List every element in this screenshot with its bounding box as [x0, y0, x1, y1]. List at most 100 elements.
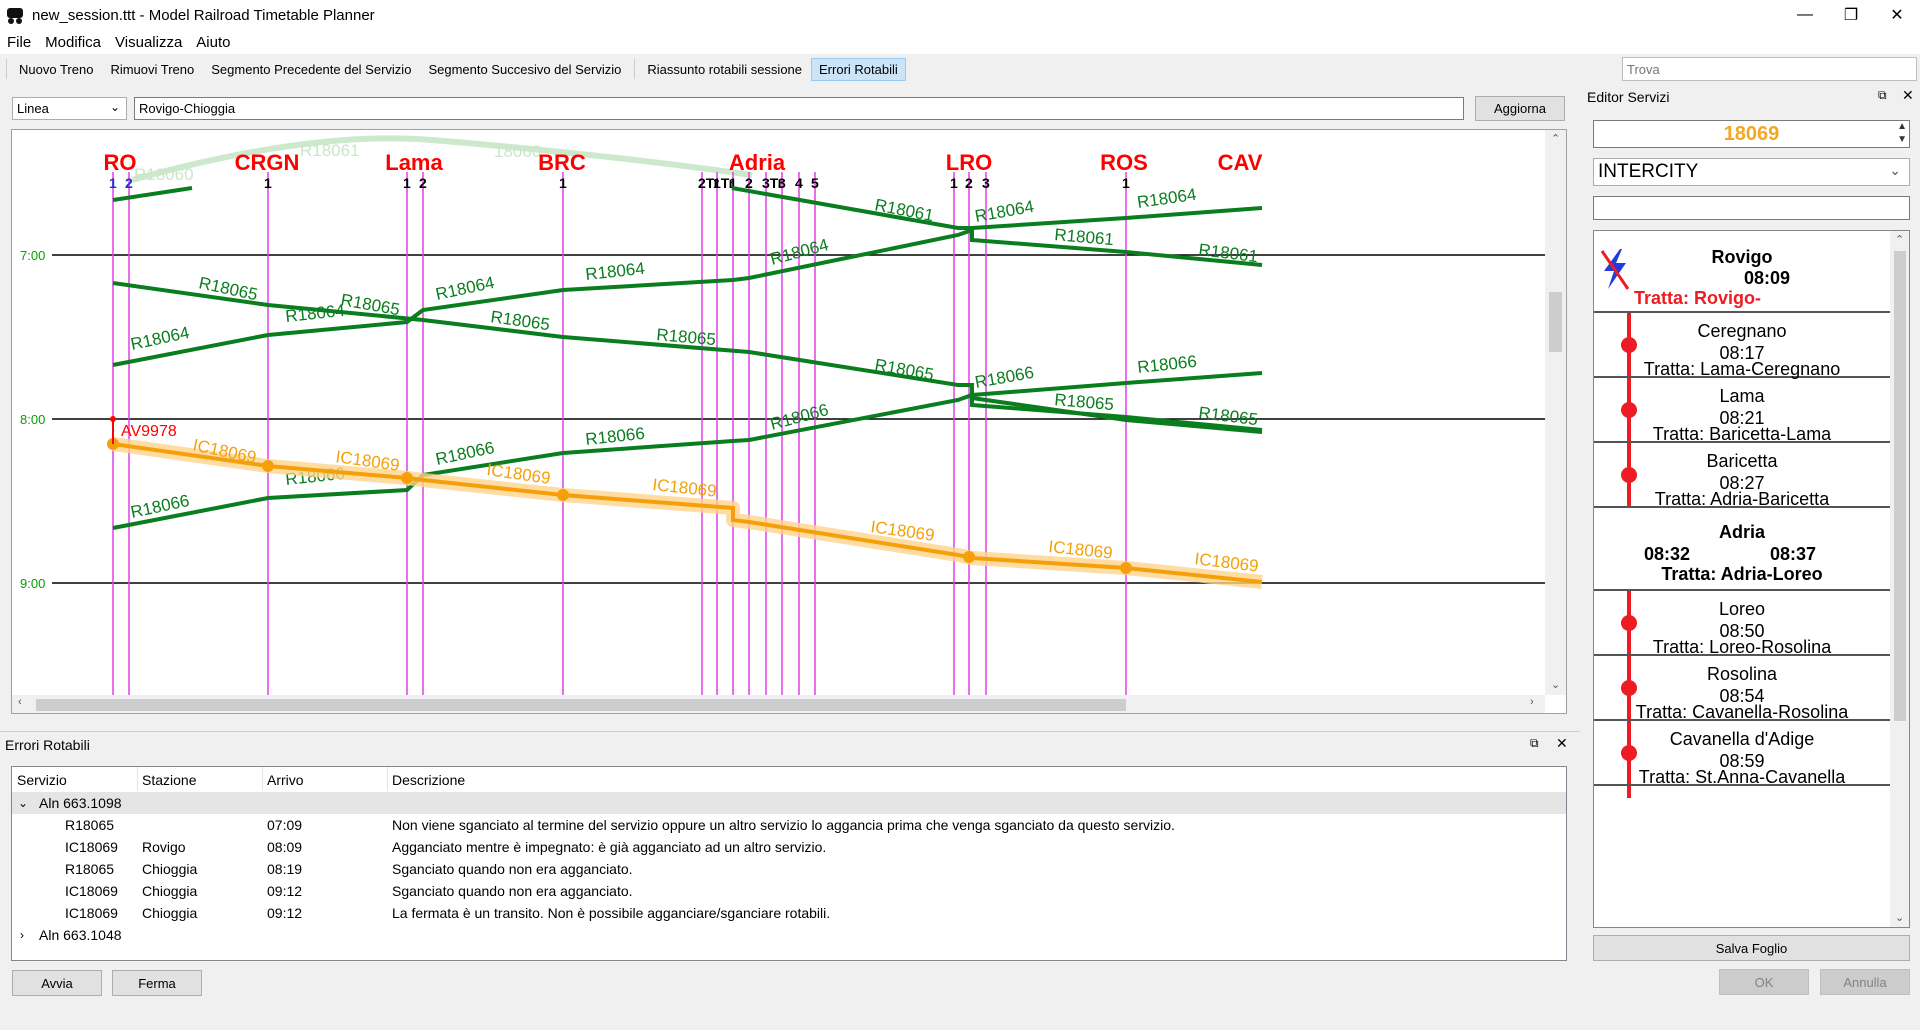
column-header[interactable]: Servizio — [17, 772, 67, 788]
previous-segment-button[interactable]: Segmento Precedente del Servizio — [203, 58, 419, 81]
stop-button[interactable]: Ferma — [112, 970, 202, 996]
column-header[interactable]: Descrizione — [392, 772, 465, 788]
table-row[interactable]: IC18069 Chioggia 09:12 La fermata è un t… — [12, 902, 1566, 924]
vertical-scrollbar[interactable]: ⌃ ⌄ — [1890, 231, 1909, 927]
graph-canvas[interactable]: R18060R18061 180607:008:009:001 2RO1CRGN1 2… — [12, 130, 1545, 695]
scroll-thumb[interactable] — [1549, 292, 1562, 352]
rollingstock-summary-button[interactable]: Riassunto rotabili sessione — [639, 58, 810, 81]
station-label: BRC — [538, 150, 586, 175]
column-header[interactable]: Stazione — [142, 772, 196, 788]
group-label: Aln 663.1098 — [39, 795, 122, 811]
chevron-down-icon[interactable]: ⌄ — [18, 796, 28, 810]
menu-file[interactable]: File — [0, 34, 38, 51]
spin-down-icon[interactable]: ▼ — [1897, 134, 1907, 146]
mode-select[interactable]: Linea ⌄ — [12, 97, 127, 120]
scroll-thumb[interactable] — [1894, 251, 1906, 721]
chevron-right-icon[interactable]: › — [20, 928, 24, 942]
stop-item[interactable]: Rosolina 08:54 Tratta: Cavanella-Rosolin… — [1594, 656, 1890, 722]
platform-label: 1 — [559, 175, 567, 191]
scroll-up-icon[interactable]: ⌃ — [1895, 233, 1904, 246]
mode-select-value: Linea — [17, 101, 49, 116]
stop-name: Rosolina — [1706, 664, 1778, 684]
menu-view[interactable]: Visualizza — [108, 34, 189, 51]
stop-item[interactable]: Cavanella d'Adige 08:59 Tratta: St.Anna-… — [1594, 721, 1890, 787]
stop-item[interactable]: Rovigo 08:09 Tratta: Rovigo- — [1594, 231, 1890, 313]
stop-name: Cavanella d'Adige — [1669, 729, 1815, 749]
stop-name: Ceregnano — [1697, 321, 1787, 341]
cell-arrivo: 08:19 — [267, 861, 303, 877]
scroll-down-icon[interactable]: ⌄ — [1551, 678, 1560, 691]
cell-servizio: IC18069 — [65, 883, 118, 899]
cell-stazione: Chioggia — [142, 883, 198, 899]
spin-up-icon[interactable]: ▲ — [1897, 121, 1907, 133]
table-row[interactable]: R18065 Chioggia 08:19 Sganciato quando n… — [12, 858, 1566, 880]
group-row[interactable]: ⌄ Aln 663.1098 — [12, 792, 1566, 814]
service-editor-panel: Editor Servizi ⧉ ✕ 18069 ▲ ▼ INTERCITY ⌄… — [1582, 84, 1920, 1030]
errors-table[interactable]: Servizio Stazione Arrivo Descrizione ⌄ A… — [11, 766, 1567, 961]
cancel-button[interactable]: Annulla — [1820, 969, 1910, 995]
rollingstock-errors-button[interactable]: Errori Rotabili — [811, 57, 906, 81]
platform-label: 4 — [795, 175, 803, 191]
start-button[interactable]: Avvia — [12, 970, 102, 996]
service-notes-input[interactable] — [1593, 196, 1910, 220]
close-icon[interactable]: ✕ — [1902, 87, 1914, 104]
line-name-field[interactable]: Rovigo-Chioggia — [134, 97, 1464, 120]
stop-tratta: Tratta: St.Anna-Cavanella — [1638, 767, 1846, 787]
stop-tratta: Tratta: Loreo-Rosolina — [1652, 637, 1832, 657]
horizontal-scrollbar[interactable]: ‹ › — [12, 695, 1545, 713]
close-button[interactable]: ✕ — [1874, 0, 1920, 30]
table-row[interactable]: R18065 07:09 Non viene sganciato al term… — [12, 814, 1566, 836]
stop-marker — [963, 551, 975, 563]
stop-item[interactable]: Loreo 08:50 Tratta: Loreo-Rosolina — [1594, 591, 1890, 657]
cell-arrivo: 09:12 — [267, 905, 303, 921]
stop-time: 08:09 — [1744, 268, 1791, 288]
maximize-button[interactable]: ❐ — [1828, 0, 1874, 30]
vertical-scrollbar[interactable]: ⌃ ⌄ — [1545, 130, 1566, 695]
service-number-spinbox[interactable]: 18069 ▲ ▼ — [1593, 120, 1910, 148]
scroll-up-icon[interactable]: ⌃ — [1551, 132, 1560, 145]
table-row[interactable]: IC18069 Chioggia 09:12 Sganciato quando … — [12, 880, 1566, 902]
cell-arrivo: 07:09 — [267, 817, 303, 833]
stop-name: Loreo — [1718, 599, 1766, 619]
graph-area: Linea ⌄ Rovigo-Chioggia Aggiorna R18060 R1… — [0, 86, 1580, 1030]
group-row[interactable]: › Aln 663.1048 — [12, 924, 1566, 946]
table-header: Servizio Stazione Arrivo Descrizione — [12, 769, 1566, 791]
refresh-button[interactable]: Aggiorna — [1475, 96, 1565, 121]
station-label: LRO — [946, 150, 992, 175]
close-icon[interactable]: ✕ — [1556, 735, 1568, 752]
float-icon[interactable]: ⧉ — [1530, 736, 1539, 751]
stop-name: Lama — [1719, 386, 1765, 406]
scroll-thumb[interactable] — [36, 699, 1126, 711]
train-label: R18064 — [1136, 185, 1198, 212]
column-header[interactable]: Arrivo — [267, 772, 304, 788]
stop-item[interactable]: Lama 08:21 Tratta: Baricetta-Lama — [1594, 378, 1890, 444]
scroll-right-icon[interactable]: › — [1530, 696, 1534, 708]
search-input[interactable] — [1622, 57, 1917, 81]
float-icon[interactable]: ⧉ — [1878, 88, 1887, 103]
minimize-button[interactable]: — — [1782, 0, 1828, 30]
service-type-select[interactable]: INTERCITY ⌄ — [1593, 158, 1910, 186]
next-segment-button[interactable]: Segmento Succesivo del Servizio — [420, 58, 629, 81]
save-sheet-button[interactable]: Salva Foglio — [1593, 935, 1910, 961]
stop-departure: 08:37 — [1770, 544, 1817, 564]
scroll-down-icon[interactable]: ⌄ — [1895, 911, 1904, 924]
stop-name: Rovigo — [1711, 247, 1773, 267]
cell-servizio: R18065 — [65, 861, 115, 877]
menu-edit[interactable]: Modifica — [38, 34, 108, 51]
stop-item[interactable]: Adria 08:32 08:37 Tratta: Adria-Loreo — [1594, 508, 1890, 591]
ok-button[interactable]: OK — [1719, 969, 1809, 995]
scroll-left-icon[interactable]: ‹ — [18, 696, 22, 708]
stop-marker — [262, 460, 274, 472]
menu-help[interactable]: Aiuto — [189, 34, 237, 51]
new-train-button[interactable]: Nuovo Treno — [11, 58, 101, 81]
stop-item[interactable]: Ceregnano 08:17 Tratta: Lama-Ceregnano — [1594, 313, 1890, 379]
stop-item[interactable]: Baricetta 08:27 Tratta: Adria-Baricetta — [1594, 443, 1890, 509]
table-row[interactable]: IC18069 Rovigo 08:09 Agganciato mentre è… — [12, 836, 1566, 858]
stops-list[interactable]: Rovigo 08:09 Tratta: Rovigo- Ceregnano 0… — [1593, 230, 1910, 928]
hour-label: 9:00 — [20, 576, 45, 591]
stop-tratta: Tratta: Adria-Loreo — [1661, 564, 1823, 584]
stop-marker — [557, 489, 569, 501]
remove-train-button[interactable]: Rimuovi Treno — [102, 58, 202, 81]
timetable-graph[interactable]: R18060 R18061 18060 7:00 8:00 9:00 1 2 RO 1 CRGN 1 2… — [11, 129, 1567, 714]
cell-servizio: IC18069 — [65, 905, 118, 921]
